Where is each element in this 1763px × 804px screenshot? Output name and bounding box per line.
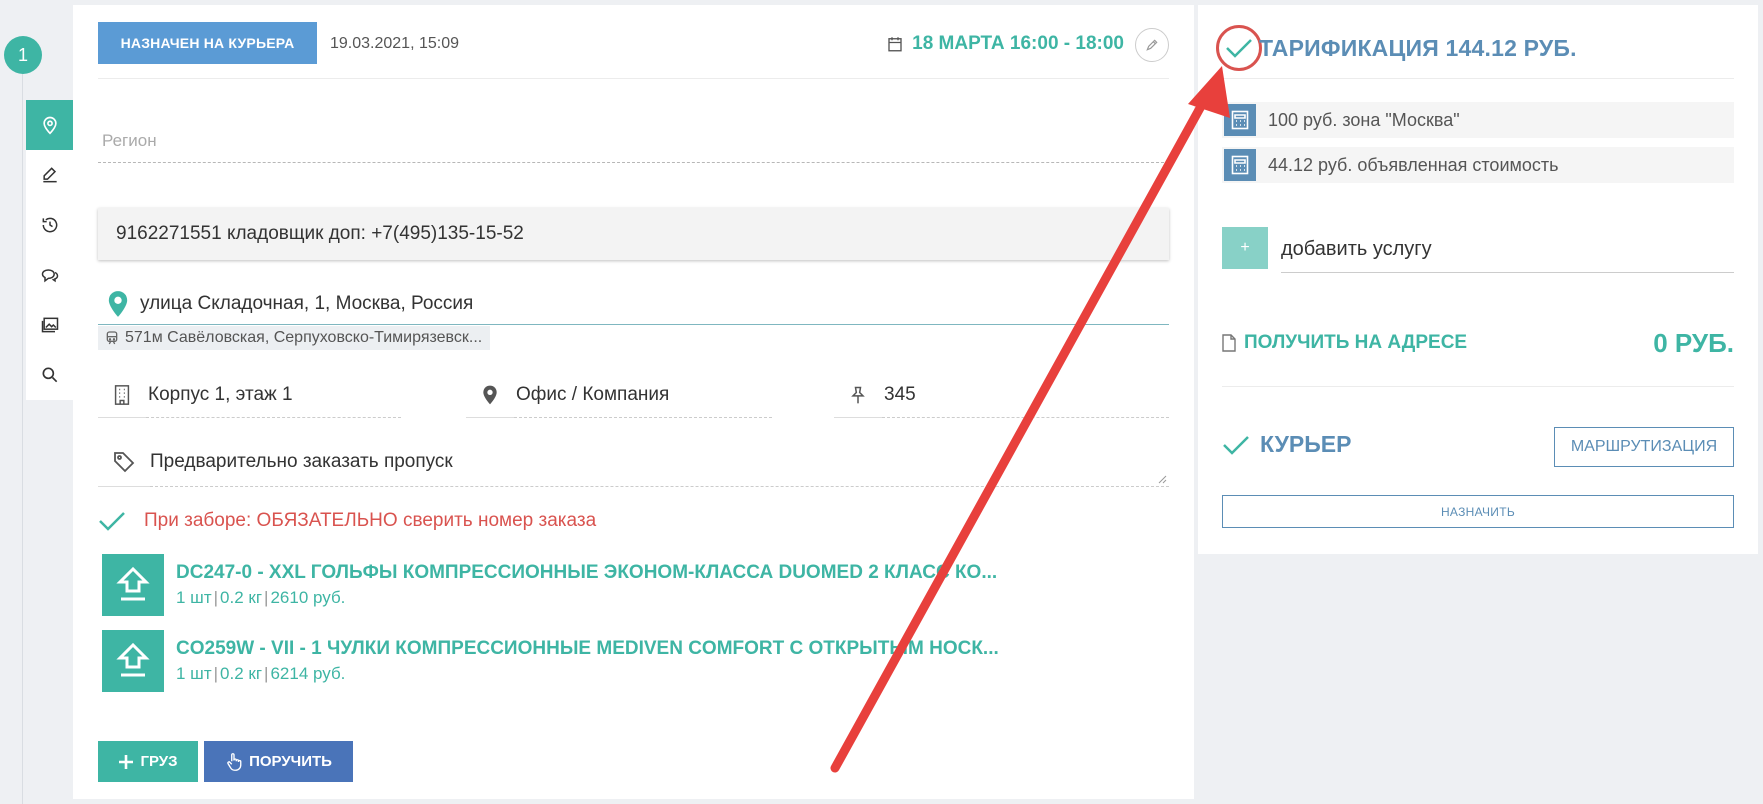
add-service-input[interactable]: добавить услугу — [1281, 227, 1734, 273]
office-value: Офис / Компания — [514, 373, 772, 418]
tariff-panel: ТАРИФИКАЦИЯ 144.12 РУБ. 100 руб. зона "М… — [1198, 5, 1758, 554]
metro-station-text: 571м Савёловская, Серпуховско-Тимирязевс… — [125, 329, 483, 346]
edit-order-button[interactable] — [1135, 28, 1169, 62]
office-field[interactable]: Офис / Компания — [466, 373, 772, 418]
delivery-window-text: 18 МАРТА 16:00 - 18:00 — [912, 33, 1124, 54]
tariff-line: 44.12 руб. объявленная стоимость — [1222, 147, 1734, 183]
tool-gallery[interactable] — [26, 300, 73, 350]
cargo-item[interactable]: DC247-0 - XXL ГОЛЬФЫ КОМПРЕССИОННЫЕ ЭКОН… — [102, 554, 997, 616]
cargo-item-title[interactable]: CO259W - VII - 1 ЧУЛКИ КОМПРЕССИОННЫЕ ME… — [176, 638, 999, 660]
tariff-line-text: 44.12 руб. объявленная стоимость — [1268, 154, 1559, 175]
pickup-warning-text: При заборе: ОБЯЗАТЕЛЬНО сверить номер за… — [144, 510, 597, 531]
gallery-icon — [41, 317, 58, 333]
checkmark-icon — [99, 512, 125, 531]
add-cargo-button[interactable]: ГРУЗ — [98, 741, 198, 782]
calculator-icon — [1231, 155, 1249, 175]
metro-train-icon — [106, 331, 118, 345]
receive-at-address: ПОЛУЧИТЬ НА АДРЕСЕ 0 РУБ. — [1222, 325, 1734, 361]
cargo-item-weight: 0.2 кг — [220, 664, 263, 683]
assign-label: ПОРУЧИТЬ — [249, 753, 332, 770]
map-pin-icon — [42, 116, 57, 135]
pencil-icon — [1146, 39, 1158, 51]
cargo-item-meta: 1 шт | 0.2 кг | 6214 руб. — [176, 664, 346, 683]
cargo-item-qty: 1 шт — [176, 588, 212, 607]
search-icon — [42, 367, 57, 383]
building-field[interactable]: Корпус 1, этаж 1 — [98, 373, 401, 418]
address-value: улица Складочная, 1, Москва, Россия — [140, 292, 474, 314]
tool-history[interactable] — [26, 200, 73, 250]
chat-icon — [41, 269, 58, 283]
region-underline — [98, 162, 1169, 163]
checkmark-icon — [1226, 39, 1252, 58]
tariff-line: 100 руб. зона "Москва" — [1222, 102, 1734, 138]
upload-icon — [116, 566, 150, 601]
delivery-window[interactable]: 18 МАРТА 16:00 - 18:00 — [886, 33, 1124, 55]
cargo-item-price: 2610 руб. — [270, 588, 346, 607]
pin-icon — [851, 386, 865, 404]
calculator-icon — [1231, 110, 1249, 130]
routing-button[interactable]: МАРШРУТИЗАЦИЯ — [1554, 427, 1734, 467]
cargo-item-qty: 1 шт — [176, 664, 212, 683]
status-button[interactable]: НАЗНАЧЕН НА КУРЬЕРА — [98, 22, 317, 64]
cargo-item-price: 6214 руб. — [270, 664, 346, 683]
courier-section: КУРЬЕР — [1222, 431, 1351, 458]
receive-label: ПОЛУЧИТЬ НА АДРЕСЕ — [1244, 332, 1468, 353]
assign-button[interactable]: ПОРУЧИТЬ — [204, 741, 353, 782]
status-date: 19.03.2021, 15:09 — [330, 35, 460, 52]
location-marker-icon — [108, 290, 128, 317]
tool-chat[interactable] — [26, 250, 73, 300]
cargo-item-weight: 0.2 кг — [220, 588, 263, 607]
building-value: Корпус 1, этаж 1 — [146, 373, 401, 418]
metro-station-badge: 571м Савёловская, Серпуховско-Тимирязевс… — [98, 326, 491, 350]
note-field[interactable]: Предварительно заказать пропуск — [98, 437, 1169, 487]
courier-label: КУРЬЕР — [1260, 431, 1352, 457]
step-number-badge: 1 — [4, 36, 42, 74]
cargo-item-title[interactable]: DC247-0 - XXL ГОЛЬФЫ КОМПРЕССИОННЫЕ ЭКОН… — [176, 562, 997, 584]
document-icon — [1222, 334, 1236, 352]
note-value: Предварительно заказать пропуск — [150, 450, 453, 472]
contact-phone-field[interactable]: 9162271551 кладовщик доп: +7(495)135-15-… — [98, 208, 1169, 260]
tariff-title: ТАРИФИКАЦИЯ 144.12 РУБ. — [1259, 35, 1577, 61]
tariff-confirm-toggle[interactable] — [1216, 25, 1262, 71]
plus-icon — [119, 754, 134, 769]
timeline-line — [22, 60, 23, 804]
order-card: НАЗНАЧЕН НА КУРЬЕРА 19.03.2021, 15:09 18… — [73, 5, 1194, 799]
tool-search[interactable] — [26, 350, 73, 400]
history-icon — [42, 217, 57, 233]
checkmark-icon — [1223, 435, 1249, 455]
divider — [1222, 78, 1734, 79]
pickup-warning: При заборе: ОБЯЗАТЕЛЬНО сверить номер за… — [98, 510, 596, 532]
upload-icon — [116, 642, 150, 677]
hand-pointer-icon — [227, 752, 242, 771]
divider — [1222, 386, 1734, 387]
add-service-button[interactable]: + — [1222, 227, 1268, 269]
resize-handle-icon[interactable] — [1157, 474, 1167, 484]
divider — [98, 78, 1169, 79]
add-cargo-label: ГРУЗ — [140, 753, 178, 770]
assign-courier-button[interactable]: НАЗНАЧИТЬ — [1222, 495, 1734, 528]
tool-edit[interactable] — [26, 150, 73, 200]
tool-address[interactable] — [26, 100, 73, 150]
map-marker-icon — [483, 385, 497, 405]
cargo-item-meta: 1 шт | 0.2 кг | 2610 руб. — [176, 588, 346, 607]
tariff-line-text: 100 руб. зона "Москва" — [1268, 109, 1460, 130]
region-input[interactable]: Регион — [102, 131, 157, 151]
address-field[interactable]: улица Складочная, 1, Москва, Россия — [98, 283, 1169, 325]
apartment-value: 345 — [882, 373, 1169, 418]
apartment-field[interactable]: 345 — [834, 373, 1169, 418]
building-icon — [114, 385, 130, 405]
side-toolbar — [26, 100, 73, 400]
edit-icon — [42, 167, 57, 183]
calendar-icon — [888, 37, 902, 52]
cargo-item[interactable]: CO259W - VII - 1 ЧУЛКИ КОМПРЕССИОННЫЕ ME… — [102, 630, 999, 692]
tag-icon — [114, 451, 135, 472]
receive-sum: 0 РУБ. — [1653, 327, 1734, 358]
